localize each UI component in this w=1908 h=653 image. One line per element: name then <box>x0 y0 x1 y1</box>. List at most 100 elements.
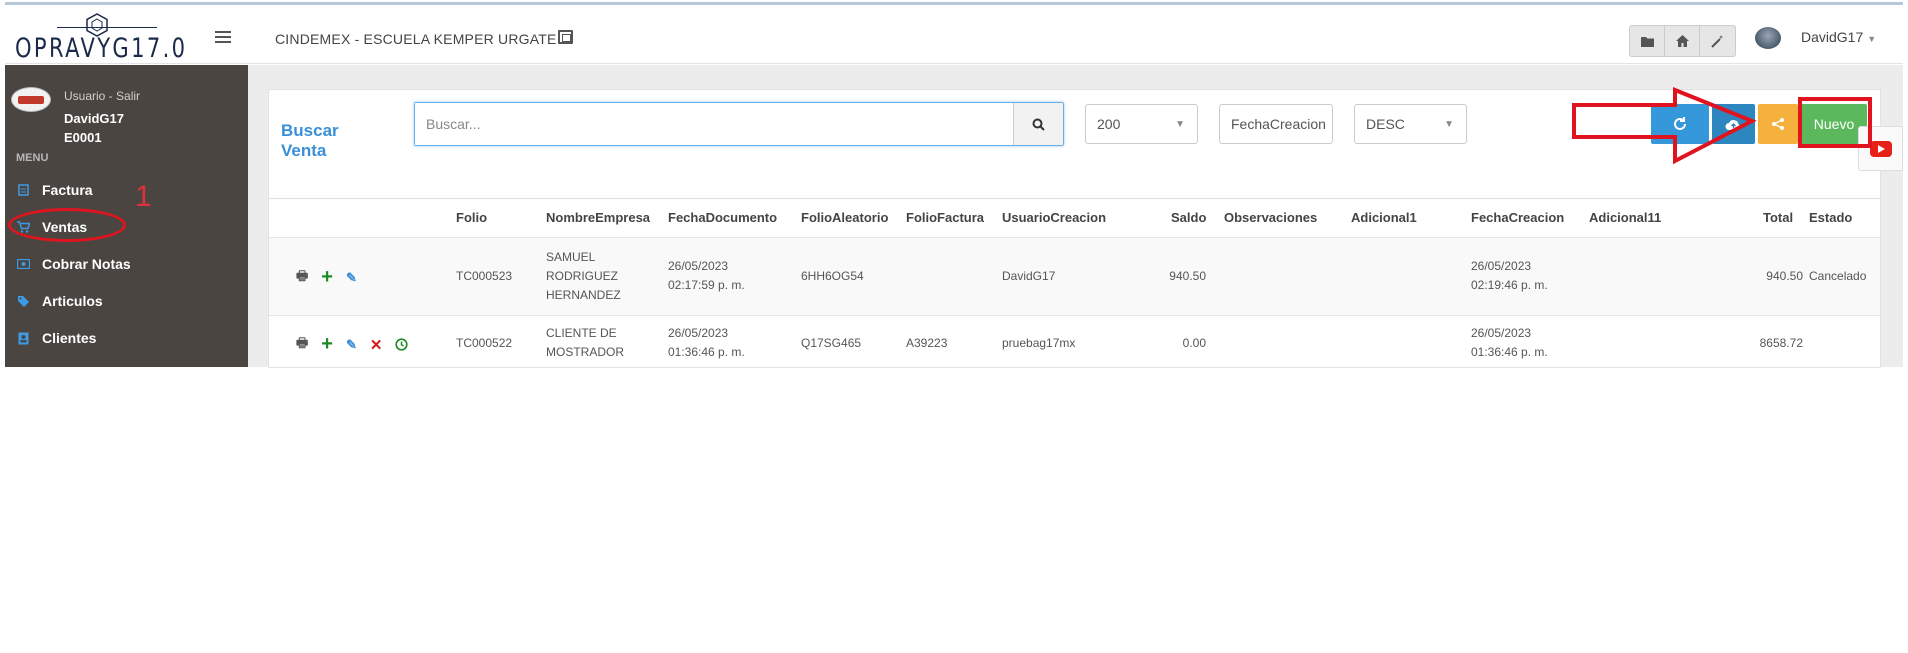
logo-line <box>57 27 157 28</box>
sort-field-value: FechaCreacion <box>1231 116 1326 132</box>
sidebar-user-code: E0001 <box>64 130 102 145</box>
sidebar-item-label: Cobrar Notas <box>42 256 131 272</box>
column-header-folioaleatorio[interactable]: FolioAleatorio <box>801 210 888 225</box>
sidebar-item-label: Factura <box>42 182 93 198</box>
chevron-down-icon: ▼ <box>1175 119 1185 130</box>
user-avatar-icon[interactable] <box>1755 27 1781 49</box>
user-menu-name: DavidG17 <box>1801 29 1864 45</box>
column-header-nombreempresa[interactable]: NombreEmpresa <box>546 210 650 225</box>
column-header-foliofactura[interactable]: FolioFactura <box>906 210 984 225</box>
magic-wand-icon[interactable] <box>1700 26 1735 56</box>
print-icon[interactable]: 🖶 <box>296 334 308 356</box>
edit-icon[interactable]: ✎ <box>346 270 357 286</box>
sort-order-select[interactable]: DESC ▼ <box>1354 104 1467 144</box>
top-navbar: OPRAVYG17.0 CINDEMEX - ESCUELA KEMPER UR… <box>5 5 1903 64</box>
cell-time: 02:19:46 p. m. <box>1471 278 1548 292</box>
cell-folio-aleatorio: Q17SG465 <box>801 336 862 350</box>
cell-time: 01:36:46 p. m. <box>668 345 745 359</box>
annotation-number: 1 <box>135 180 152 213</box>
tags-icon <box>16 295 30 308</box>
cell-saldo: 940.50 <box>1169 269 1206 283</box>
page-size-select[interactable]: 200 ▼ <box>1085 104 1198 144</box>
column-header-total[interactable]: Total <box>1763 210 1793 225</box>
cancel-icon[interactable]: ✕ <box>370 336 383 354</box>
clock-icon[interactable] <box>395 338 409 351</box>
invoice-icon <box>16 184 30 197</box>
sidebar: Usuario - Salir DavidG17 E0001 MENU Fact… <box>5 65 248 367</box>
cell-usuario: DavidG17 <box>1002 269 1056 283</box>
column-header-usuariocreacion[interactable]: UsuarioCreacion <box>1002 210 1106 225</box>
cell-fecha-documento: 26/05/2023 01:36:46 p. m. <box>668 324 745 362</box>
home-icon[interactable] <box>1665 26 1700 56</box>
page-title: Buscar Venta <box>281 121 339 161</box>
cell-fecha-creacion: 26/05/2023 01:36:46 p. m. <box>1471 324 1548 362</box>
sidebar-item-cobrar-notas[interactable]: Cobrar Notas <box>16 256 131 272</box>
cell-folio-factura: A39223 <box>906 336 948 350</box>
sidebar-avatar <box>11 87 51 112</box>
annotation-arrow <box>1572 87 1872 165</box>
row-actions: 🖶 + ✎ <box>296 266 370 289</box>
cell-folio-aleatorio: 6HH6OG54 <box>801 269 864 283</box>
cell-date: 26/05/2023 <box>1471 259 1532 273</box>
cell-estado: Cancelado <box>1809 269 1867 283</box>
column-header-saldo[interactable]: Saldo <box>1171 210 1206 225</box>
search-input[interactable] <box>415 103 1013 145</box>
row-actions: 🖶 + ✎ ✕ <box>296 333 421 356</box>
column-header-observaciones[interactable]: Observaciones <box>1224 210 1317 225</box>
cell-saldo: 0.00 <box>1182 336 1206 350</box>
cell-total: 940.50 <box>1766 269 1803 283</box>
sort-field-select[interactable]: FechaCreacion <box>1219 104 1333 144</box>
sidebar-user-name: DavidG17 <box>64 111 124 126</box>
sidebar-item-label: Articulos <box>42 293 103 309</box>
page-size-value: 200 <box>1097 116 1121 132</box>
column-header-adicional1[interactable]: Adicional1 <box>1351 210 1417 225</box>
cell-folio: TC000523 <box>456 269 513 283</box>
contacts-icon <box>16 332 30 345</box>
annotation-ellipse <box>8 208 126 242</box>
column-header-fechacreacion[interactable]: FechaCreacion <box>1471 210 1564 225</box>
cell-empresa-line: MOSTRADOR <box>546 345 624 359</box>
cell-folio: TC000522 <box>456 336 513 350</box>
sidebar-item-label: Clientes <box>42 330 97 346</box>
cell-date: 26/05/2023 <box>1471 326 1532 340</box>
cell-date: 26/05/2023 <box>668 326 729 340</box>
page-title-line2: Venta <box>281 141 327 160</box>
logo: OPRAVYG17.0 <box>15 9 185 65</box>
user-menu[interactable]: DavidG17 ▼ <box>1801 29 1876 45</box>
org-title: CINDEMEX - ESCUELA KEMPER URGATE <box>275 31 557 47</box>
sidebar-item-clientes[interactable]: Clientes <box>16 330 96 346</box>
column-header-estado[interactable]: Estado <box>1809 210 1852 225</box>
menu-toggle-icon[interactable] <box>215 31 231 43</box>
cell-empresa-line: SAMUEL <box>546 250 596 264</box>
chevron-down-icon: ▼ <box>1444 119 1454 130</box>
edit-icon[interactable]: ✎ <box>346 337 357 353</box>
logo-text: OPRAVYG17.0 <box>15 33 188 64</box>
print-icon[interactable]: 🖶 <box>296 267 308 289</box>
logout-link[interactable]: Usuario - Salir <box>64 89 140 103</box>
page-title-line1: Buscar <box>281 121 339 140</box>
fullscreen-icon[interactable] <box>558 30 573 44</box>
cell-empresa-line: RODRIGUEZ <box>546 269 618 283</box>
table-row[interactable]: 🖶 + ✎ TC000523 SAMUEL RODRIGUEZ HERNANDE… <box>269 237 1880 315</box>
cell-total: 8658.72 <box>1759 336 1803 350</box>
column-header-folio[interactable]: Folio <box>456 210 487 225</box>
column-header-adicional11[interactable]: Adicional11 <box>1589 210 1661 225</box>
search-button[interactable] <box>1013 103 1063 145</box>
sidebar-item-factura[interactable]: Factura <box>16 182 93 198</box>
sidebar-item-articulos[interactable]: Articulos <box>16 293 103 309</box>
cell-usuario: pruebag17mx <box>1002 336 1076 350</box>
plus-icon[interactable]: + <box>321 266 333 289</box>
cell-empresa: CLIENTE DE MOSTRADOR <box>546 324 624 362</box>
folder-icon[interactable] <box>1630 26 1665 56</box>
cell-date: 26/05/2023 <box>668 259 729 273</box>
money-icon <box>16 258 30 271</box>
sort-order-value: DESC <box>1366 116 1405 132</box>
cell-fecha-creacion: 26/05/2023 02:19:46 p. m. <box>1471 257 1548 295</box>
cell-fecha-documento: 26/05/2023 02:17:59 p. m. <box>668 257 745 295</box>
cell-time: 02:17:59 p. m. <box>668 278 745 292</box>
caret-down-icon: ▼ <box>1867 34 1877 44</box>
cell-empresa-line: HERNANDEZ <box>546 288 621 302</box>
plus-icon[interactable]: + <box>321 333 333 356</box>
column-header-fechadocumento[interactable]: FechaDocumento <box>668 210 777 225</box>
table-row[interactable]: 🖶 + ✎ ✕ TC000522 CLIENTE DE MOSTRADOR 26… <box>269 315 1880 367</box>
